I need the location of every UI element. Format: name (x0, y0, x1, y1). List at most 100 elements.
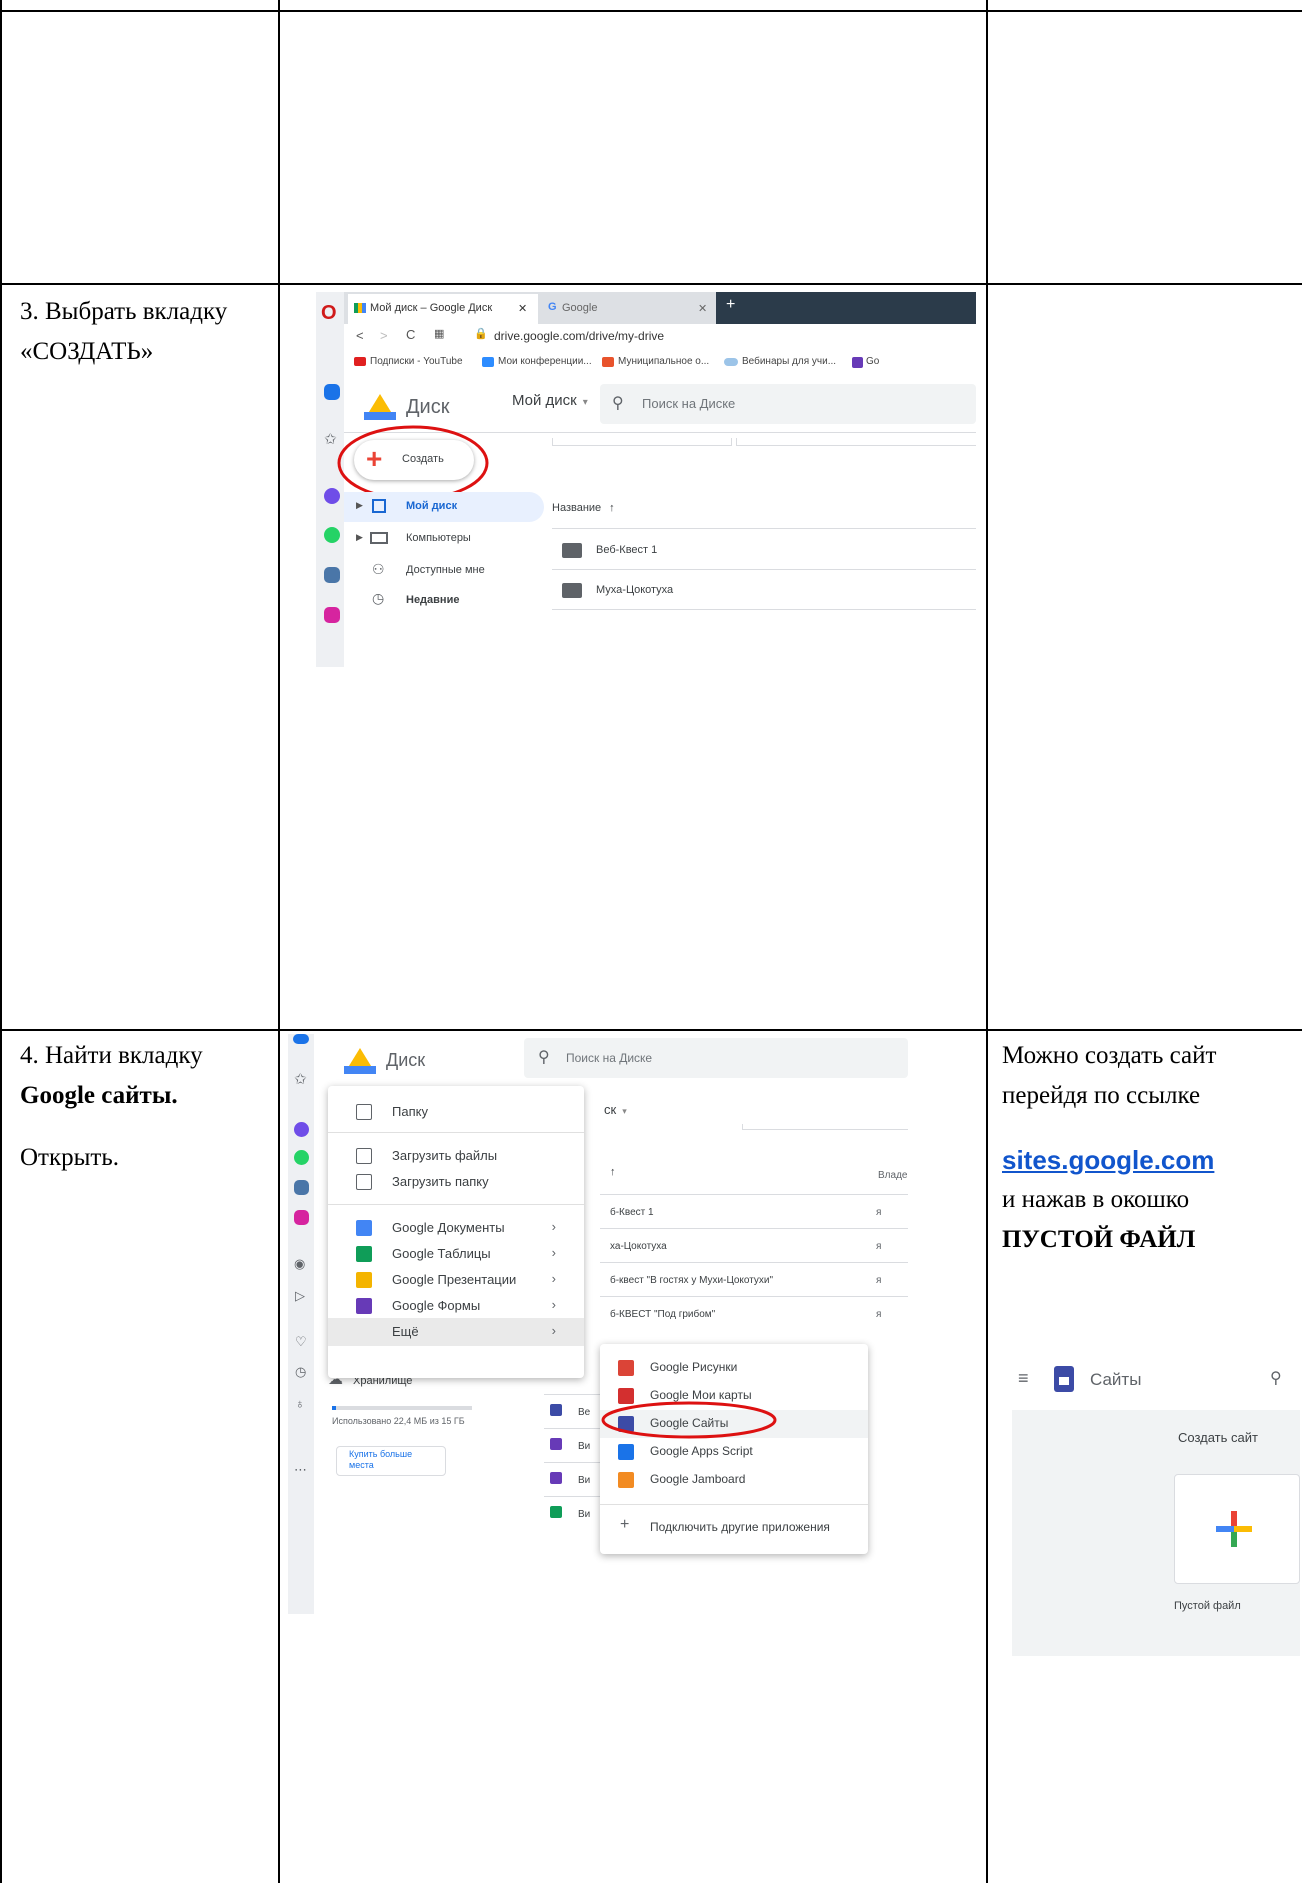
whatsapp-icon (324, 527, 340, 543)
file-row[interactable]: Веб-Квест 1 (552, 530, 976, 570)
forms-icon (550, 1472, 562, 1484)
search-bar[interactable]: ⚲ Поиск на Диске (524, 1038, 908, 1078)
star-icon: ✩ (324, 431, 337, 448)
reload-icon[interactable]: C (406, 327, 415, 342)
bookmark-item[interactable]: Муниципальное о... (618, 356, 709, 367)
menu-item-slides[interactable]: Google Презентации › (328, 1266, 584, 1294)
caret-right-icon: ▶ (356, 500, 363, 510)
bookmark-item[interactable]: Go (866, 356, 879, 367)
search-icon: ⚲ (612, 395, 624, 412)
storage-bar (332, 1406, 472, 1410)
blank-site-card[interactable] (1174, 1474, 1300, 1584)
forms-icon (852, 357, 863, 368)
more-dots-icon[interactable]: ⋯ (294, 1462, 307, 1478)
folder-icon (562, 543, 582, 558)
youtube-icon (354, 357, 366, 366)
more-submenu: Google Рисунки Google Мои карты Google С… (600, 1344, 868, 1554)
heart-icon: ♡ (295, 1334, 307, 1349)
instagram-icon (324, 607, 340, 623)
menu-item-upload-files[interactable]: Загрузить файлы (328, 1142, 584, 1170)
sidebar-item-recent[interactable]: ◷ Недавние (344, 586, 544, 616)
step-3-text: 3. Выбрать вкладку «СОЗДАТЬ» (20, 298, 228, 365)
sites-link[interactable]: sites.google.com (1002, 1140, 1298, 1180)
forms-icon (356, 1298, 372, 1314)
chevron-right-icon: › (551, 1323, 556, 1338)
screenshot-drive-create: O ✩ Мой диск – Google Диск ✕ G Google ✕ … (316, 292, 976, 667)
apps-script-icon (618, 1444, 634, 1460)
menu-item-folder[interactable]: Папку (328, 1098, 584, 1126)
drawings-icon (618, 1360, 634, 1376)
submenu-item-jamboard[interactable]: Google Jamboard (600, 1466, 868, 1494)
jamboard-icon (618, 1472, 634, 1488)
tab-close-icon[interactable]: ✕ (518, 302, 527, 315)
home-icon (324, 384, 340, 400)
menu-item-sheets[interactable]: Google Таблицы › (328, 1240, 584, 1268)
chevron-right-icon: › (551, 1297, 556, 1312)
my-drive-header[interactable]: ск ▾ (604, 1102, 627, 1117)
forms-icon (550, 1438, 562, 1450)
history-icon: ◷ (295, 1364, 307, 1379)
create-menu: Папку Загрузить файлы Загрузить папку Go… (328, 1086, 584, 1378)
file-row[interactable]: б-Квест 1 я (600, 1194, 908, 1228)
menu-item-forms[interactable]: Google Формы › (328, 1292, 584, 1320)
upload-folder-icon (356, 1174, 372, 1190)
file-row[interactable]: б-квест "В гостях у Мухи-Цокотухи" я (600, 1262, 908, 1296)
search-icon[interactable]: ⚲ (1270, 1368, 1282, 1388)
upload-file-icon (356, 1148, 372, 1164)
tab-close-icon[interactable]: ✕ (698, 302, 707, 315)
sites-title: Сайты (1090, 1370, 1142, 1389)
send-icon: ▷ (295, 1288, 305, 1303)
submenu-item-connect-apps[interactable]: + Подключить другие приложения (600, 1514, 868, 1542)
table-border-top (0, 10, 1302, 12)
drive-folder-icon (372, 499, 386, 513)
url-text[interactable]: drive.google.com/drive/my-drive (494, 329, 664, 343)
bookmarks-bar: Подписки - YouTube Мои конференции... Му… (344, 352, 976, 374)
cloud-icon (724, 358, 738, 366)
tab-drive[interactable]: Мой диск – Google Диск ✕ (348, 294, 538, 324)
screenshot-sites: ≡ Сайты ⚲ Создать сайт Пустой файл (1004, 1362, 1300, 1656)
arrow-up-icon: ↑ (610, 1166, 616, 1178)
bookmark-item[interactable]: Мои конференции... (498, 356, 592, 367)
file-row[interactable]: Муха-Цокотуха (552, 570, 976, 610)
sidebar-item-shared[interactable]: ⚇ Доступные мне (344, 556, 544, 586)
docs-icon (356, 1220, 372, 1236)
app-title: Диск (386, 1050, 426, 1070)
forward-icon[interactable]: > (380, 328, 388, 343)
tab-google[interactable]: G Google ✕ (542, 294, 714, 324)
opera-logo-icon: O (321, 302, 337, 324)
speed-dial-icon[interactable]: ▦ (434, 327, 444, 340)
my-drive-header[interactable]: Мой диск ▾ (512, 392, 588, 409)
sidebar-item-computers[interactable]: ▶ Компьютеры (344, 524, 544, 554)
sidebar-item-my-drive[interactable]: ▶ Мой диск (344, 492, 544, 522)
file-row[interactable]: б-КВЕСТ "Под грибом" я (600, 1296, 908, 1330)
submenu-item-drawings[interactable]: Google Рисунки (600, 1354, 868, 1382)
new-folder-icon (356, 1104, 372, 1120)
table-border-row1 (0, 283, 1302, 285)
bookmark-item[interactable]: Вебинары для учи... (742, 356, 836, 367)
chevron-right-icon: › (551, 1245, 556, 1260)
clock-icon: ◷ (372, 590, 385, 606)
computer-icon (370, 532, 388, 544)
create-site-label: Создать сайт (1178, 1430, 1258, 1445)
file-row[interactable]: ха-Цокотуха я (600, 1228, 908, 1262)
menu-icon[interactable]: ≡ (1018, 1368, 1029, 1389)
messenger-icon (294, 1122, 309, 1137)
back-icon[interactable]: < (356, 328, 364, 343)
column-header-name[interactable]: Название ↑ (552, 502, 615, 514)
people-icon: ⚇ (372, 561, 385, 577)
search-bar[interactable]: ⚲ Поиск на Диске (600, 384, 976, 424)
menu-item-upload-folder[interactable]: Загрузить папку (328, 1168, 584, 1196)
note-text: Можно создать сайт перейдя по ссылке sit… (1002, 1036, 1298, 1260)
submenu-item-apps-script[interactable]: Google Apps Script (600, 1438, 868, 1466)
plus-icon: + (620, 1516, 630, 1533)
buy-storage-button[interactable]: Купить больше места (336, 1446, 446, 1476)
chevron-right-icon: › (551, 1219, 556, 1234)
menu-item-docs[interactable]: Google Документы › (328, 1214, 584, 1242)
red-highlight-ellipse (601, 1401, 777, 1439)
new-tab-button[interactable]: + (716, 292, 976, 324)
lock-icon: 🔒 (474, 328, 488, 340)
bookmark-item[interactable]: Подписки - YouTube (370, 356, 463, 367)
menu-item-more[interactable]: Ещё › (328, 1318, 584, 1346)
zoom-icon (482, 357, 494, 367)
red-highlight-ellipse (337, 425, 489, 501)
